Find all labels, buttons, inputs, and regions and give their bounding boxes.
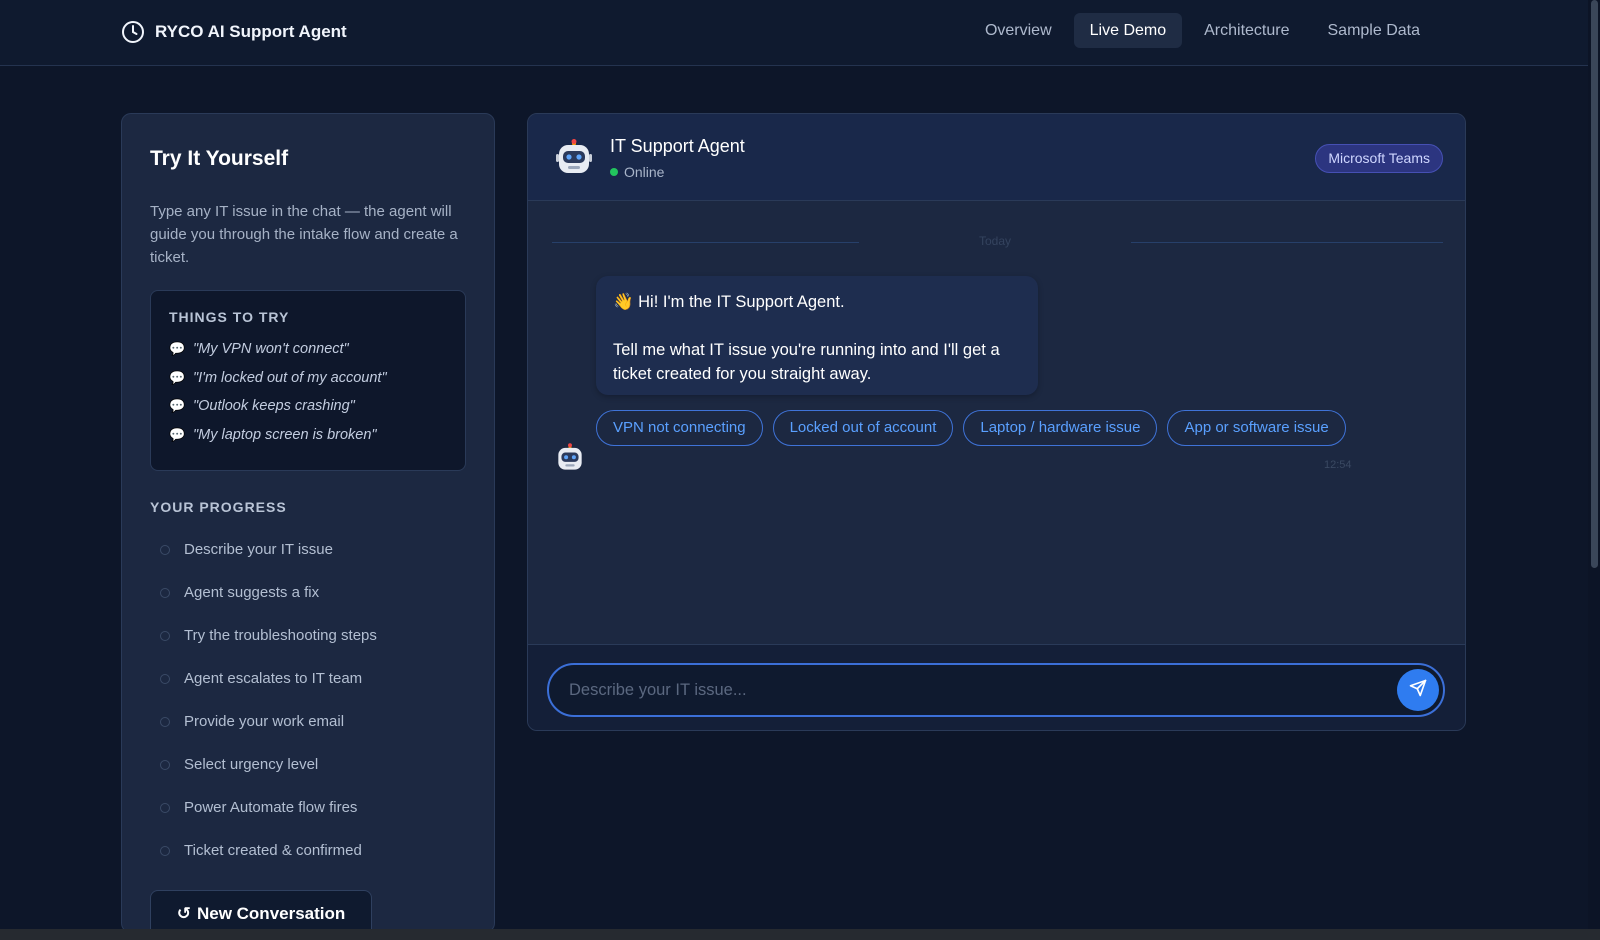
- online-status-icon: [610, 168, 618, 176]
- nav-sample-data[interactable]: Sample Data: [1312, 13, 1437, 48]
- page-scrollbar[interactable]: [1588, 0, 1600, 940]
- chat-input[interactable]: [569, 665, 1369, 715]
- date-divider-label: Today: [979, 234, 1012, 248]
- send-icon: [1409, 679, 1427, 702]
- panel-title: Try It Yourself: [150, 147, 289, 170]
- tip-text: "My VPN won't connect": [193, 341, 349, 358]
- date-divider-line: [552, 242, 859, 243]
- step-label: Agent suggests a fix: [184, 584, 320, 601]
- progress-list: Describe your IT issue Agent suggests a …: [160, 528, 377, 872]
- message-greeting: 👋 Hi! I'm the IT Support Agent.: [613, 293, 845, 311]
- tip-item: 💬 "Outlook keeps crashing": [169, 392, 447, 421]
- progress-step: Try the troubleshooting steps: [160, 614, 377, 657]
- step-circle-icon: [160, 587, 170, 598]
- speech-bubble-icon: 💬: [169, 369, 186, 385]
- quick-reply-vpn[interactable]: VPN not connecting: [596, 410, 763, 446]
- tip-text: "My laptop screen is broken": [193, 426, 377, 443]
- date-divider-line: [1131, 242, 1443, 243]
- step-circle-icon: [160, 716, 170, 727]
- send-button[interactable]: [1397, 669, 1439, 711]
- window-bottom-edge: [0, 929, 1600, 940]
- tip-item: 💬 "My VPN won't connect": [169, 335, 447, 364]
- tip-item: 💬 "My laptop screen is broken": [169, 421, 447, 450]
- speech-bubble-icon: 💬: [169, 426, 186, 442]
- step-label: Select urgency level: [184, 756, 319, 773]
- step-label: Agent escalates to IT team: [184, 670, 363, 687]
- refresh-icon: ↺: [176, 904, 191, 923]
- quick-reply-locked-out[interactable]: Locked out of account: [772, 410, 954, 446]
- main-nav: Overview Live Demo Architecture Sample D…: [969, 13, 1436, 48]
- nav-live-demo[interactable]: Live Demo: [1073, 13, 1183, 48]
- message-body: Tell me what IT issue you're running int…: [613, 341, 1000, 383]
- step-circle-icon: [160, 802, 170, 813]
- step-circle-icon: [160, 759, 170, 770]
- nav-overview[interactable]: Overview: [969, 13, 1068, 48]
- chat-panel: IT Support Agent Online Microsoft Teams …: [527, 113, 1466, 731]
- scrollbar-thumb[interactable]: [1591, 0, 1598, 568]
- step-circle-icon: [160, 845, 170, 856]
- step-circle-icon: [160, 630, 170, 641]
- step-label: Ticket created & confirmed: [184, 842, 362, 859]
- step-circle-icon: [160, 544, 170, 555]
- clock-logo-icon: [121, 20, 145, 44]
- quick-reply-software[interactable]: App or software issue: [1167, 410, 1346, 446]
- progress-step: Agent escalates to IT team: [160, 657, 377, 700]
- top-navbar: RYCO AI Support Agent Overview Live Demo…: [0, 0, 1588, 66]
- progress-step: Agent suggests a fix: [160, 571, 377, 614]
- platform-badge: Microsoft Teams: [1315, 144, 1443, 173]
- tip-item: 💬 "I'm locked out of my account": [169, 364, 447, 393]
- panel-description: Type any IT issue in the chat — the agen…: [150, 203, 458, 266]
- status-label: Online: [624, 164, 665, 180]
- chat-input-wrapper: [547, 663, 1445, 717]
- progress-header: YOUR PROGRESS: [150, 499, 287, 515]
- brand[interactable]: RYCO AI Support Agent: [121, 19, 347, 45]
- robot-avatar-icon: [556, 443, 584, 478]
- quick-reply-hardware[interactable]: Laptop / hardware issue: [963, 410, 1158, 446]
- quick-replies: VPN not connecting Locked out of account…: [596, 410, 1346, 446]
- new-conversation-label: New Conversation: [196, 904, 346, 923]
- message-composer: [528, 644, 1465, 730]
- step-label: Provide your work email: [184, 713, 345, 730]
- tip-text: "I'm locked out of my account": [193, 369, 387, 386]
- step-label: Try the troubleshooting steps: [184, 627, 377, 644]
- agent-name: IT Support Agent: [610, 136, 745, 156]
- nav-architecture[interactable]: Architecture: [1188, 13, 1305, 48]
- step-label: Describe your IT issue: [184, 541, 333, 558]
- things-to-try-header: THINGS TO TRY: [169, 309, 290, 325]
- robot-avatar-icon: [556, 139, 592, 182]
- things-to-try-box: THINGS TO TRY 💬 "My VPN won't connect" 💬…: [150, 290, 466, 471]
- try-it-panel: Try It Yourself Type any IT issue in the…: [121, 113, 495, 938]
- speech-bubble-icon: 💬: [169, 341, 186, 357]
- message-timestamp: 12:54: [1324, 459, 1352, 471]
- progress-step: Ticket created & confirmed: [160, 829, 377, 872]
- step-circle-icon: [160, 673, 170, 684]
- chat-header: IT Support Agent Online Microsoft Teams: [528, 114, 1465, 201]
- step-label: Power Automate flow fires: [184, 799, 358, 816]
- progress-step: Provide your work email: [160, 700, 377, 743]
- tip-text: "Outlook keeps crashing": [193, 398, 355, 415]
- app-title: RYCO AI Support Agent: [155, 22, 347, 41]
- agent-status: Online: [610, 164, 664, 180]
- progress-step: Select urgency level: [160, 743, 377, 786]
- progress-step: Describe your IT issue: [160, 528, 377, 571]
- speech-bubble-icon: 💬: [169, 398, 186, 414]
- agent-message-bubble: 👋 Hi! I'm the IT Support Agent. Tell me …: [596, 276, 1038, 395]
- progress-step: Power Automate flow fires: [160, 786, 377, 829]
